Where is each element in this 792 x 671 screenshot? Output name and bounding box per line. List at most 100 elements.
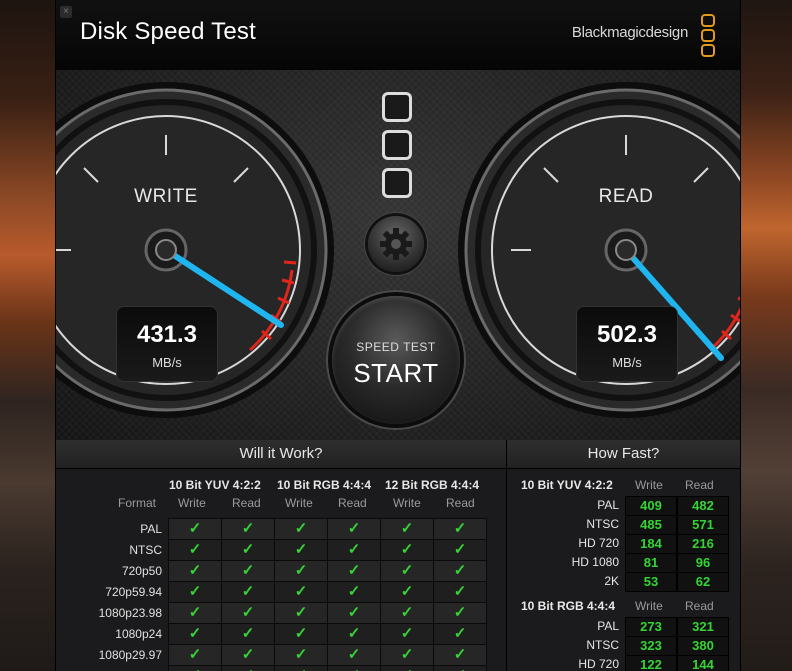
compatibility-cell: ✓ — [274, 518, 328, 540]
settings-button[interactable] — [368, 216, 424, 272]
check-icon: ✓ — [453, 583, 467, 600]
compatibility-cell: ✓ — [433, 623, 487, 645]
check-icon: ✓ — [295, 667, 308, 671]
check-icon: ✓ — [294, 541, 308, 558]
read-fps-value: 571 — [677, 515, 729, 535]
check-icon: ✓ — [241, 646, 255, 663]
check-icon: ✓ — [294, 583, 308, 600]
format-label: PAL — [140, 522, 162, 536]
read-speed-value: 502.3 — [596, 321, 658, 348]
write-fps-value: 323 — [625, 636, 677, 656]
write-speed-value: 431.3 — [136, 321, 198, 348]
start-speed-test-button[interactable]: SPEED TEST START — [332, 296, 460, 424]
check-icon: ✓ — [294, 520, 308, 537]
compatibility-cell: ✓ — [221, 518, 275, 540]
check-icon: ✓ — [401, 667, 414, 671]
compatibility-cell: ✓ — [327, 644, 381, 666]
compatibility-cell: ✓ — [168, 581, 222, 603]
write-fps-value: 184 — [625, 534, 677, 554]
compatibility-cell: ✓ — [327, 560, 381, 582]
compatibility-cell: ✓ — [168, 665, 222, 671]
write-fps-value: 122 — [625, 655, 677, 671]
compatibility-cell: ✓ — [221, 644, 275, 666]
read-fps-value: 216 — [677, 534, 729, 554]
write-column-header: Write — [635, 478, 663, 492]
compatibility-cell: ✓ — [433, 518, 487, 540]
compatibility-cell: ✓ — [327, 581, 381, 603]
check-icon: ✓ — [453, 562, 467, 579]
compatibility-cell: ✓ — [168, 644, 222, 666]
check-icon: ✓ — [400, 604, 414, 621]
read-fps-value: 96 — [677, 553, 729, 573]
read-column-header: Read — [685, 599, 714, 613]
compatibility-cell: ✓ — [274, 602, 328, 624]
disk-slot-icon[interactable] — [382, 130, 412, 160]
compatibility-cell: ✓ — [433, 560, 487, 582]
compatibility-cell: ✓ — [433, 665, 487, 671]
format-label: NTSC — [129, 543, 162, 557]
check-icon: ✓ — [188, 583, 202, 600]
check-icon: ✓ — [400, 562, 414, 579]
check-icon: ✓ — [454, 667, 467, 671]
how-fast-row: NTSC 323 380 — [507, 636, 740, 656]
disk-slot-icon[interactable] — [382, 92, 412, 122]
check-icon: ✓ — [241, 625, 255, 642]
read-fps-value: 482 — [677, 496, 729, 516]
check-icon: ✓ — [453, 541, 467, 558]
how-fast-row: HD 720 122 144 — [507, 655, 740, 671]
disk-select-icons — [382, 92, 412, 206]
table-row: PAL ✓ ✓ ✓ ✓ ✓ ✓ — [62, 518, 487, 540]
read-fps-value: 321 — [677, 617, 729, 637]
format-label: 720p59.94 — [105, 585, 162, 599]
compatibility-cell: ✓ — [433, 581, 487, 603]
check-icon: ✓ — [241, 583, 255, 600]
compatibility-cell: ✓ — [327, 539, 381, 561]
how-fast-section-header: 10 Bit RGB 4:4:4 — [521, 599, 616, 613]
compatibility-cell: ✓ — [380, 581, 434, 603]
format-label: PAL — [597, 619, 619, 633]
read-speed-unit: MB/s — [612, 355, 642, 370]
format-label: 1080p30 — [62, 666, 169, 671]
format-label: 1080p29.97 — [98, 648, 162, 662]
app-title: Disk Speed Test — [80, 18, 256, 45]
format-label: 1080p23.98 — [98, 606, 162, 620]
disk-speed-test-window: × Disk Speed Test Blackmagicdesign WRITE… — [56, 0, 740, 671]
check-icon: ✓ — [294, 562, 308, 579]
table-row: 720p59.94 ✓ ✓ ✓ ✓ ✓ ✓ — [62, 581, 487, 603]
write-fps-value: 81 — [625, 553, 677, 573]
read-column-header: Read — [232, 496, 261, 510]
how-fast-section-header: 10 Bit YUV 4:2:2 — [521, 478, 613, 492]
title-bar: × Disk Speed Test Blackmagicdesign — [56, 0, 740, 71]
compatibility-cell: ✓ — [327, 602, 381, 624]
disk-slot-icon[interactable] — [382, 168, 412, 198]
format-column-header: Format — [118, 496, 157, 510]
group-header: 10 Bit RGB 4:4:4 — [277, 478, 372, 492]
check-icon: ✓ — [241, 604, 255, 621]
group-header: 12 Bit RGB 4:4:4 — [385, 478, 480, 492]
compatibility-cell: ✓ — [221, 665, 275, 671]
check-icon: ✓ — [294, 646, 308, 663]
write-fps-value: 273 — [625, 617, 677, 637]
compatibility-cell: ✓ — [168, 623, 222, 645]
close-icon[interactable]: × — [60, 6, 72, 18]
compatibility-cell: ✓ — [221, 602, 275, 624]
table-row: 720p50 ✓ ✓ ✓ ✓ ✓ ✓ — [62, 560, 487, 582]
write-fps-value: 409 — [625, 496, 677, 516]
check-icon: ✓ — [347, 625, 361, 642]
gauge-panel: WRITE 431.3 MB/s READ 502.3 MB/s SPEED T… — [56, 70, 740, 440]
compatibility-cell: ✓ — [433, 644, 487, 666]
check-icon: ✓ — [188, 520, 202, 537]
how-fast-panel: How Fast? 10 Bit YUV 4:2:2 Write Read PAL 40… — [507, 440, 740, 671]
will-it-work-panel: Will it Work? 10 Bit YUV 4:2:2 10 Bit RG… — [56, 440, 507, 671]
compatibility-cell: ✓ — [380, 602, 434, 624]
read-fps-value: 144 — [677, 655, 729, 671]
check-icon: ✓ — [347, 562, 361, 579]
check-icon: ✓ — [400, 583, 414, 600]
format-label: 1080p24 — [115, 627, 162, 641]
check-icon: ✓ — [241, 520, 255, 537]
gear-icon — [380, 228, 412, 260]
compatibility-cell: ✓ — [274, 665, 328, 671]
will-it-work-title: Will it Work? — [56, 440, 506, 469]
compatibility-cell: ✓ — [274, 644, 328, 666]
write-column-header: Write — [178, 496, 206, 510]
